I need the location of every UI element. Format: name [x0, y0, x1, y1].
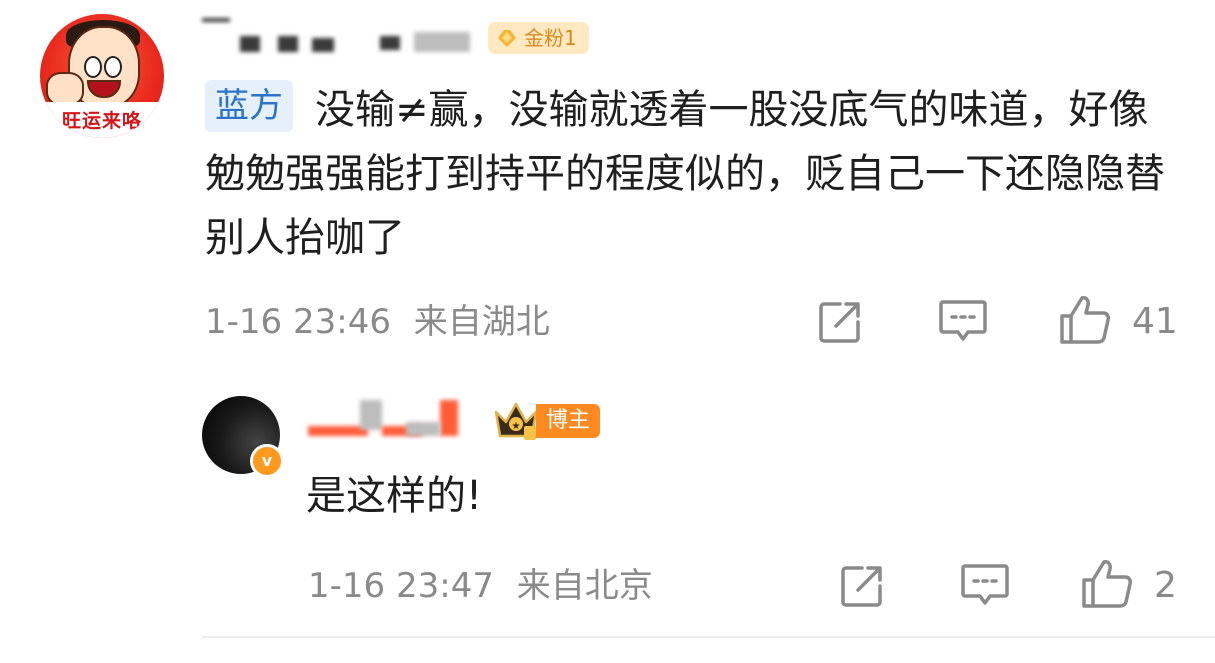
reply-meta: 1-16 23:47 来自北京: [308, 566, 653, 606]
svg-text:★: ★: [512, 421, 521, 432]
comment-icon[interactable]: [960, 562, 1010, 608]
blogger-badge: 博主: [536, 404, 601, 438]
like-icon[interactable]: [1080, 558, 1134, 610]
comment-icon[interactable]: [938, 298, 988, 344]
user-avatar[interactable]: 旺运来咯: [40, 14, 164, 138]
fan-level-badge: 金粉1: [488, 22, 589, 54]
topic-tag[interactable]: 蓝方: [205, 80, 293, 132]
gold-fan-icon: [498, 30, 516, 47]
comment-location: 来自湖北: [413, 302, 550, 342]
like-count: 41: [1132, 301, 1178, 342]
crown-icon: ★: [494, 402, 538, 440]
reply-location: 来自北京: [516, 566, 653, 606]
author-username-redacted[interactable]: [306, 396, 486, 440]
share-icon[interactable]: [838, 562, 886, 610]
comment-text: 没输≠赢，没输就透着一股没底气的味道，好像勉勉强强能打到持平的程度似的，贬自己一…: [205, 87, 1165, 261]
verified-badge: v: [250, 444, 284, 478]
reply-text: 是这样的!: [306, 473, 483, 519]
username-redacted[interactable]: [200, 14, 480, 56]
avatar-logo-text: 旺运来咯: [61, 110, 142, 132]
share-icon[interactable]: [816, 298, 864, 346]
divider: [202, 636, 1215, 638]
comment-meta: 1-16 23:46 来自湖北: [205, 302, 550, 342]
comment-time: 1-16 23:46: [205, 302, 391, 342]
like-icon[interactable]: [1058, 294, 1112, 346]
like-count: 2: [1154, 565, 1177, 606]
reply-time: 1-16 23:47: [308, 566, 494, 606]
